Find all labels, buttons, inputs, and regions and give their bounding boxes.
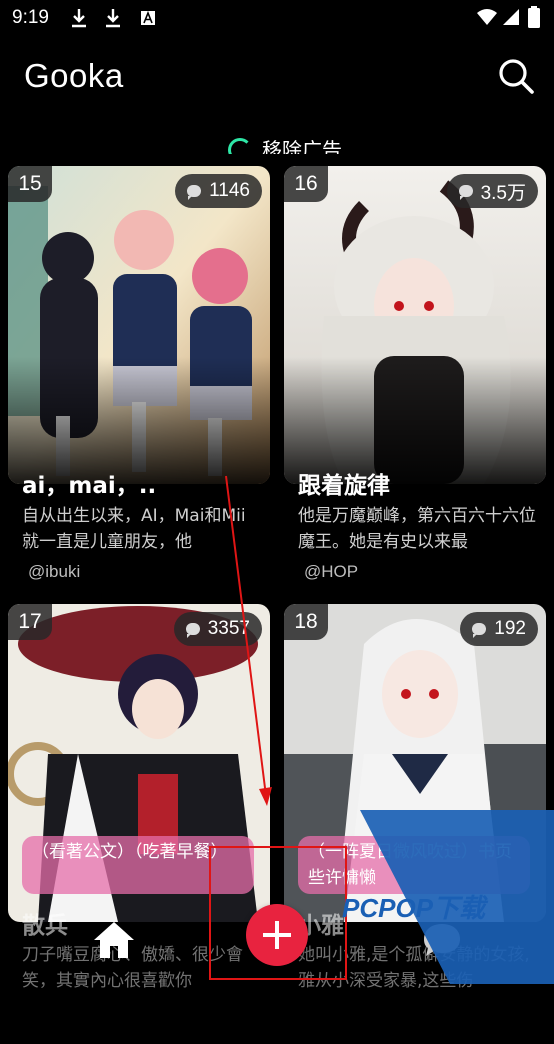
tutorial-arrow	[225, 475, 272, 806]
watermark-text: PCPOP下载	[342, 893, 486, 923]
tutorial-highlight-box	[209, 846, 347, 980]
